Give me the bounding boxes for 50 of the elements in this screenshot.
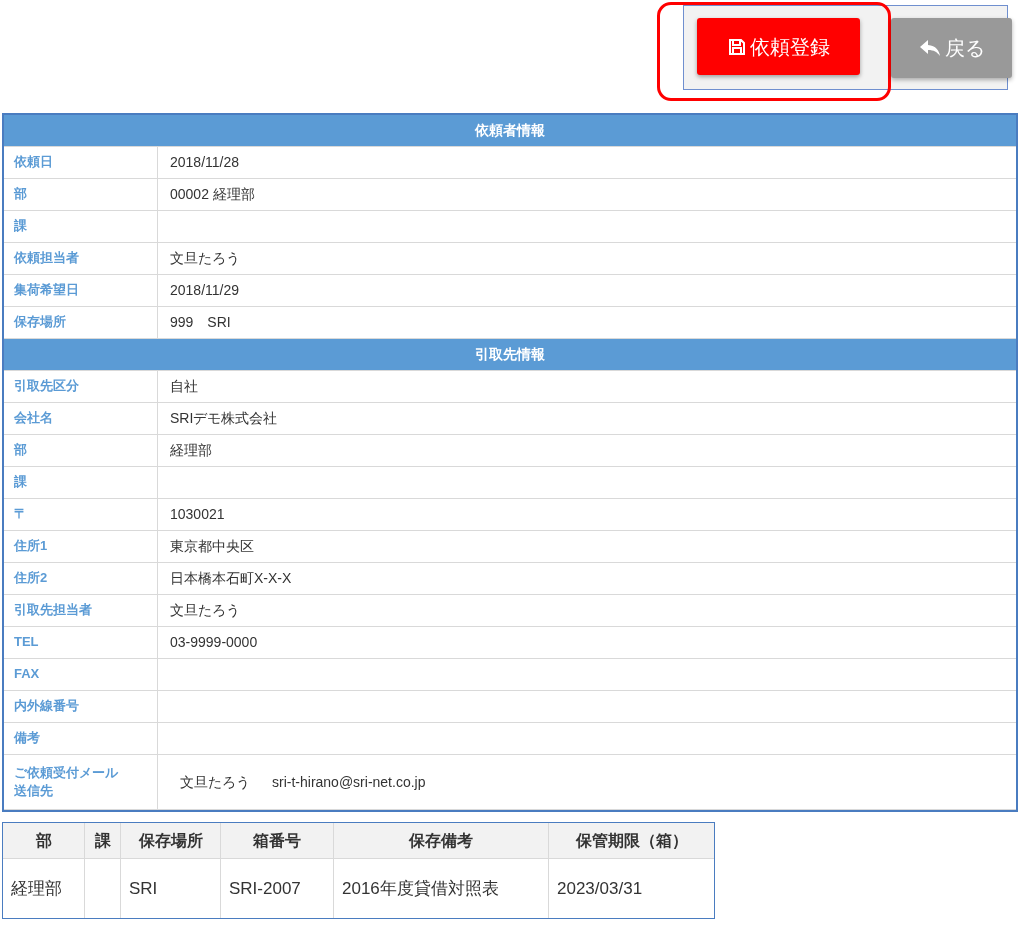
field-label: TEL: [4, 627, 158, 658]
field-label: 課: [4, 467, 158, 498]
field-value: 文旦たろう: [170, 249, 240, 268]
column-header: 保存場所: [121, 823, 221, 858]
column-header: 課: [85, 823, 121, 858]
field-value: sri-t-hirano@sri-net.co.jp: [272, 772, 426, 792]
field-value: 2018/11/29: [170, 281, 240, 300]
field-value: 999 SRI: [170, 313, 231, 332]
field-label: FAX: [4, 659, 158, 690]
column-header: 部: [3, 823, 85, 858]
table-cell-text: 2023/03/31: [557, 877, 643, 900]
field-label: 集荷希望日: [4, 275, 158, 306]
field-label: 引取先担当者: [4, 595, 158, 626]
field-label: 依頼日: [4, 147, 158, 178]
field-label: 部: [4, 179, 158, 210]
field-label: 住所2: [4, 563, 158, 594]
table-cell-text: SRI-2007: [229, 877, 301, 900]
field-label: 住所1: [4, 531, 158, 562]
column-header: 保管期限（箱）: [574, 830, 689, 851]
field-value: SRIデモ株式会社: [170, 409, 278, 428]
field-value: 2018/11/28: [170, 153, 240, 172]
field-label: 課: [4, 211, 158, 242]
save-button[interactable]: 依頼登録: [697, 18, 860, 75]
field-value: 文旦たろう: [170, 601, 240, 620]
column-header: 箱番号: [221, 823, 334, 858]
column-header: 保存備考: [334, 823, 549, 858]
field-label: 備考: [4, 723, 158, 754]
field-value: 1030021: [170, 505, 225, 524]
field-value: 00002 経理部: [170, 185, 255, 204]
field-value: 自社: [170, 377, 198, 396]
field-value: 東京都中央区: [170, 537, 254, 556]
field-value: 03-9999-0000: [170, 633, 258, 652]
back-button[interactable]: 戻る: [891, 18, 1012, 78]
field-label: 引取先区分: [4, 371, 158, 402]
table-cell-text: SRI: [129, 877, 158, 900]
table-cell-text: 2016年度貸借対照表: [342, 877, 499, 900]
field-label: 会社名: [4, 403, 158, 434]
field-label: 部: [4, 435, 158, 466]
field-value: 日本橋本石町X-X-X: [170, 569, 292, 588]
field-value: 経理部: [170, 441, 212, 460]
field-label: 依頼担当者: [4, 243, 158, 274]
field-value: 文旦たろう: [180, 772, 250, 792]
reply-arrow-icon: [918, 39, 941, 57]
table-cell-text: 経理部: [11, 877, 62, 900]
field-label: 内外線番号: [4, 691, 158, 722]
field-label: ご依頼受付メール送信先: [4, 755, 158, 809]
section-header: 依頼者情報: [4, 115, 1016, 147]
field-label: 保存場所: [4, 307, 158, 338]
field-label: 〒: [4, 499, 158, 530]
section-header: 引取先情報: [4, 339, 1016, 371]
